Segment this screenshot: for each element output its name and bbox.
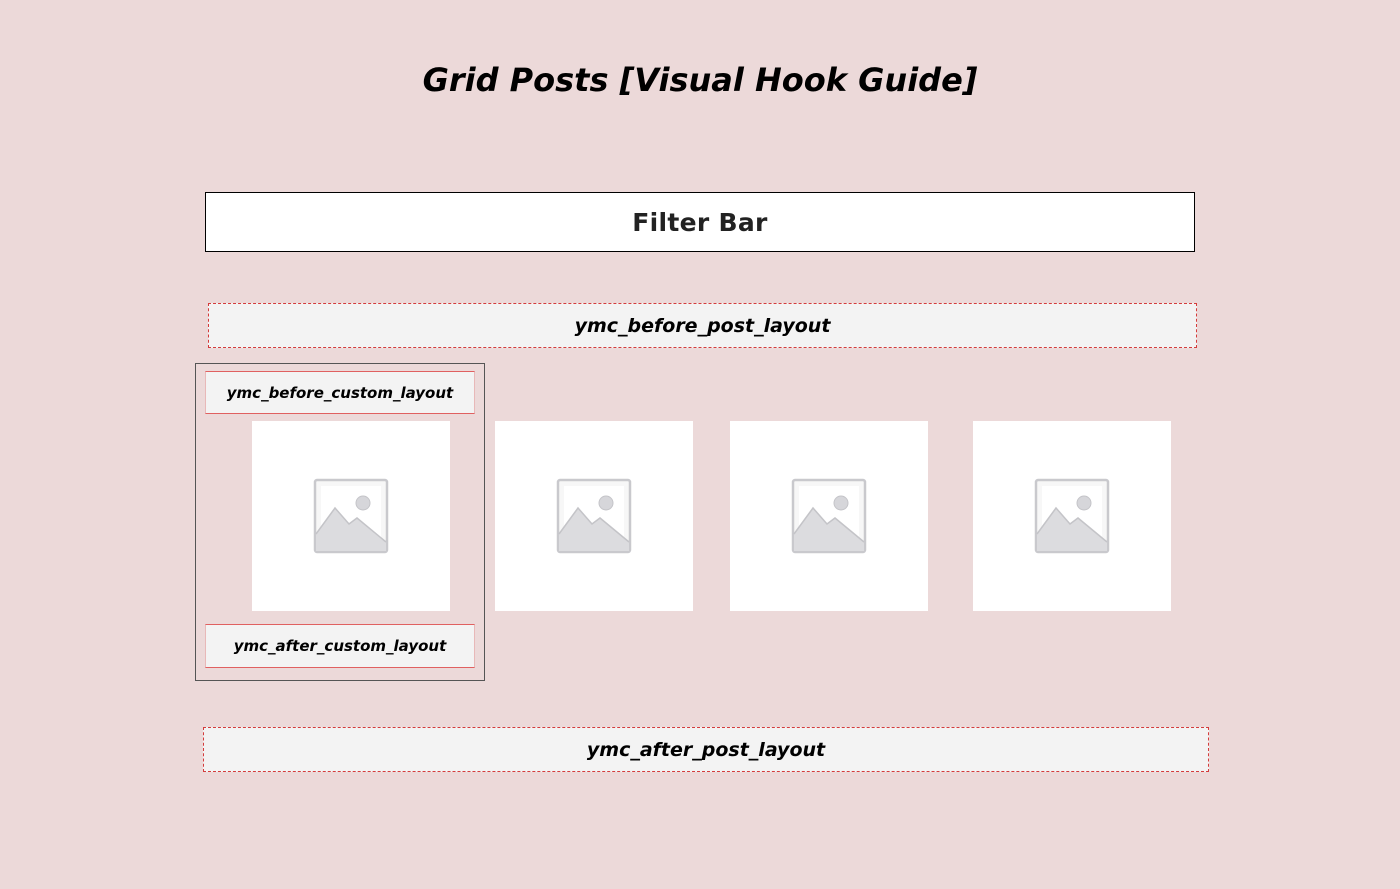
hook-after-custom-layout: ymc_after_custom_layout (205, 624, 475, 668)
hook-before-post-layout: ymc_before_post_layout (208, 303, 1197, 348)
post-thumbnail (252, 421, 450, 611)
hook-after-post-layout: ymc_after_post_layout (203, 727, 1209, 772)
image-placeholder-icon (1034, 478, 1110, 554)
post-thumbnail (730, 421, 928, 611)
post-thumbnail (973, 421, 1171, 611)
image-placeholder-icon (791, 478, 867, 554)
filter-bar: Filter Bar (205, 192, 1195, 252)
image-placeholder-icon (556, 478, 632, 554)
post-thumbnail (495, 421, 693, 611)
page-title: Grid Posts [Visual Hook Guide] (422, 61, 978, 99)
image-placeholder-icon (313, 478, 389, 554)
hook-before-custom-layout: ymc_before_custom_layout (205, 371, 475, 414)
